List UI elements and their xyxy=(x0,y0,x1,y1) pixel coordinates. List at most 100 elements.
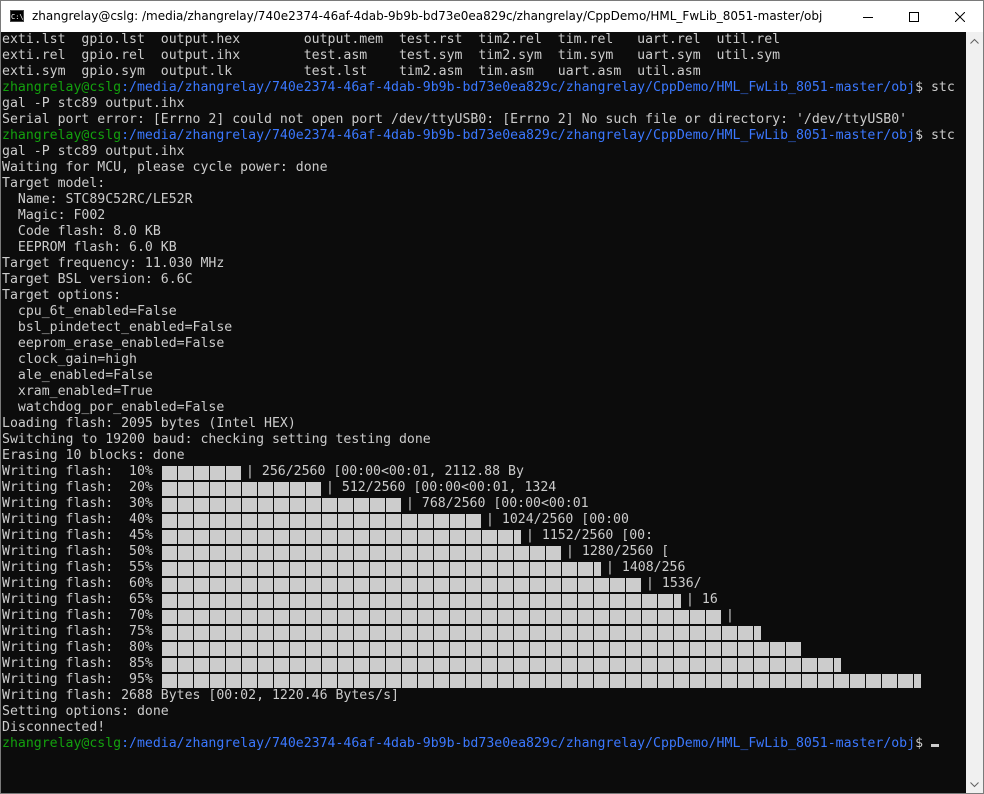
title-bar[interactable]: C:\ zhangrelay@cslg: /media/zhangrelay/7… xyxy=(1,1,983,32)
progress-bar-cell xyxy=(162,594,177,608)
progress-bar-cell xyxy=(530,674,545,688)
progress-bar-cell xyxy=(226,514,241,528)
progress-bar-cell xyxy=(450,562,465,576)
summary-line: Setting options: done xyxy=(2,704,169,719)
progress-bar-cell xyxy=(226,658,241,672)
progress-bar-cell xyxy=(242,626,257,640)
progress-bar-cell xyxy=(834,674,849,688)
output-line: Target model: xyxy=(2,176,106,191)
progress-bar-cell xyxy=(546,546,561,560)
progress-bar-cell xyxy=(914,674,921,688)
progress-bar-cell xyxy=(354,562,369,576)
progress-bar-cell xyxy=(178,562,193,576)
vertical-scrollbar[interactable] xyxy=(966,32,983,793)
progress-bar-cell xyxy=(274,546,289,560)
progress-bar-cell xyxy=(706,626,721,640)
progress-bar-cell xyxy=(434,594,449,608)
progress-bar-cell xyxy=(210,658,225,672)
progress-bar-cell xyxy=(658,626,673,640)
progress-bar-cell xyxy=(354,626,369,640)
minimize-button[interactable] xyxy=(845,1,891,32)
command-text: stc xyxy=(930,80,955,95)
progress-bar-cell xyxy=(402,594,417,608)
progress-bar-cell xyxy=(562,642,577,656)
file-list-row: exti.sym gpio.sym output.lk test.lst tim… xyxy=(2,64,701,79)
progress-bar-cell xyxy=(242,530,257,544)
terminal-output[interactable]: exti.lst gpio.lst output.hex output.mem … xyxy=(1,32,966,793)
output-line: Name: STC89C52RC/LE52R xyxy=(2,192,193,207)
progress-bar-cell xyxy=(530,546,545,560)
progress-bar-cell xyxy=(770,674,785,688)
progress-bar-cell xyxy=(658,610,673,624)
progress-bar-cell xyxy=(258,578,273,592)
progress-bar-cell xyxy=(242,498,257,512)
progress-bar-cell xyxy=(242,658,257,672)
progress-bar-cell xyxy=(450,546,465,560)
progress-bar-cell xyxy=(514,546,529,560)
progress-bar-cell xyxy=(178,674,193,688)
progress-bar-cell xyxy=(258,626,273,640)
progress-bar-cell xyxy=(242,514,257,528)
progress-bar-cell xyxy=(322,498,337,512)
scroll-down-button[interactable] xyxy=(966,776,983,793)
progress-bar-cell xyxy=(210,642,225,656)
progress-bar-cell xyxy=(162,658,177,672)
progress-row: Writing flash: 50% | 1280/2560 [ xyxy=(2,544,966,560)
progress-bar-cell xyxy=(530,562,545,576)
progress-bar-cell xyxy=(226,546,241,560)
progress-bar-cell xyxy=(370,498,385,512)
prompt-path: :/media/zhangrelay/740e2374-46af-4dab-9b… xyxy=(121,736,916,751)
scroll-up-button[interactable] xyxy=(966,32,983,49)
progress-stats: | 512/2560 [00:00<00:01, 1324 xyxy=(326,480,557,495)
progress-bar-cell xyxy=(466,674,481,688)
progress-bar-cell xyxy=(594,578,609,592)
progress-bar-cell xyxy=(482,530,497,544)
progress-bar-cell xyxy=(386,514,401,528)
progress-bar-cell xyxy=(290,562,305,576)
progress-bar-cell xyxy=(642,594,657,608)
progress-bar-cell xyxy=(530,658,545,672)
progress-bar-cell xyxy=(194,546,209,560)
progress-bar-cell xyxy=(242,546,257,560)
close-button[interactable] xyxy=(937,1,983,32)
progress-bar-cell xyxy=(274,482,289,496)
progress-bar-cell xyxy=(594,594,609,608)
progress-bar-cell xyxy=(370,594,385,608)
progress-bar-cell xyxy=(418,514,433,528)
progress-bar-cell xyxy=(194,530,209,544)
prompt-line: zhangrelay@cslg:/media/zhangrelay/740e23… xyxy=(2,80,955,96)
output-line: Target BSL version: 6.6C xyxy=(2,272,193,287)
prompt-line: zhangrelay@cslg:/media/zhangrelay/740e23… xyxy=(2,128,955,144)
progress-bar-cell xyxy=(386,530,401,544)
progress-stats: | 1024/2560 [00:00 xyxy=(486,512,629,527)
progress-bar-cell xyxy=(466,642,481,656)
progress-bar-cell xyxy=(258,610,273,624)
chevron-up-icon xyxy=(970,38,979,44)
progress-bar-cell xyxy=(322,514,337,528)
progress-bar-cell xyxy=(578,578,593,592)
progress-bar-cell xyxy=(546,642,561,656)
progress-bar-cell xyxy=(354,530,369,544)
progress-bar-cell xyxy=(226,674,241,688)
progress-bar-cell xyxy=(210,674,225,688)
progress-bar-cell xyxy=(434,626,449,640)
progress-bar-cell xyxy=(194,626,209,640)
output-line: watchdog_por_enabled=False xyxy=(2,400,225,415)
progress-bar-cell xyxy=(322,626,337,640)
progress-bar-cell xyxy=(194,498,209,512)
progress-bar-cell xyxy=(626,610,641,624)
progress-bar-cell xyxy=(578,658,593,672)
progress-bar-cell xyxy=(290,626,305,640)
progress-bar-cell xyxy=(306,546,321,560)
progress-bar-cell xyxy=(530,642,545,656)
progress-bar-cell xyxy=(434,674,449,688)
progress-bar-cell xyxy=(418,546,433,560)
progress-bar-cell xyxy=(466,594,481,608)
maximize-button[interactable] xyxy=(891,1,937,32)
progress-bar-cell xyxy=(162,514,177,528)
progress-bar-cell xyxy=(418,658,433,672)
prompt-dollar: $ xyxy=(915,128,931,143)
progress-bar-cell xyxy=(386,498,401,512)
progress-bar-cell xyxy=(402,546,417,560)
progress-bar-cell xyxy=(322,578,337,592)
